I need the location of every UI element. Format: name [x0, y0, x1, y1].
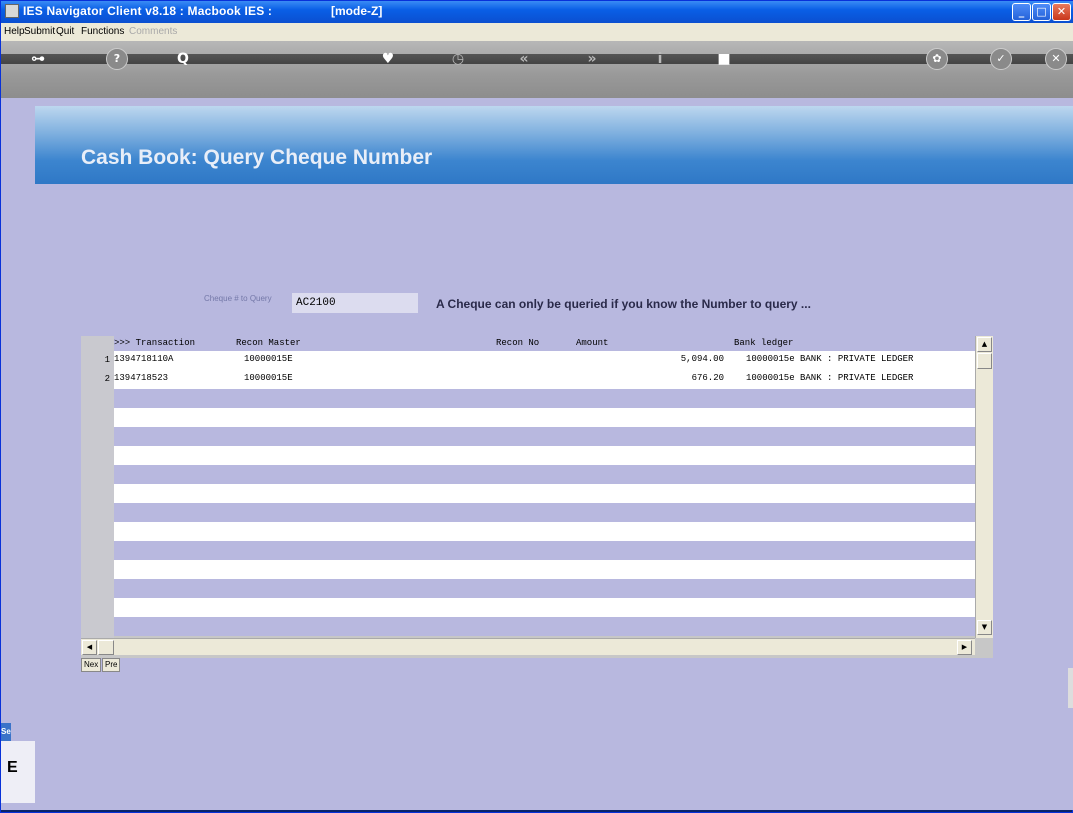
scroll-up-button[interactable]: ▲ — [977, 337, 992, 352]
menu-help[interactable]: Help — [4, 26, 25, 37]
side-panel-tab[interactable]: Sel E — [1, 723, 35, 803]
menu-bar: Help Submit Quit Functions Comments — [1, 23, 1073, 41]
table-row[interactable] — [114, 389, 975, 408]
scroll-left-button[interactable]: ◀ — [82, 640, 97, 655]
cell-amount: 5,094.00 — [680, 354, 724, 364]
key-icon[interactable]: ⊶ — [27, 48, 49, 70]
column-header-bank-ledger[interactable]: Bank ledger — [734, 338, 793, 348]
toolbar-strip — [1, 54, 1073, 64]
horizontal-scroll-thumb[interactable] — [98, 640, 114, 655]
menu-comments: Comments — [129, 26, 178, 37]
cell-bank-ledger: 10000015e BANK : PRIVATE LEDGER — [746, 373, 914, 383]
prev-page-button[interactable]: Pre — [102, 658, 121, 672]
query-help-text: A Cheque can only be queried if you know… — [436, 297, 811, 311]
clock-icon[interactable]: ◷ — [447, 48, 469, 70]
column-header-recon-master[interactable]: Recon Master — [236, 338, 301, 348]
window-title: IES Navigator Client v8.18 : Macbook IES… — [23, 4, 273, 18]
grid-body: 1394718110A 10000015E 5,094.00 10000015e… — [114, 351, 975, 638]
table-row[interactable] — [114, 408, 975, 427]
page-banner: Cash Book: Query Cheque Number — [35, 106, 1073, 184]
table-row[interactable] — [114, 560, 975, 579]
cell-recon-master: 10000015E — [244, 354, 293, 364]
rewind-icon[interactable]: « — [513, 48, 535, 70]
side-tab-box[interactable]: E — [1, 741, 35, 803]
minimize-button[interactable]: _ — [1012, 3, 1031, 21]
column-header-recon-no[interactable]: Recon No — [496, 338, 539, 348]
cheque-number-input[interactable] — [292, 293, 418, 313]
resize-grip[interactable] — [1068, 668, 1073, 708]
cell-transaction: 1394718523 — [114, 373, 169, 383]
help-icon[interactable]: ? — [106, 48, 128, 70]
table-row[interactable] — [114, 503, 975, 522]
column-header-transaction[interactable]: >>> Transaction — [114, 338, 195, 348]
title-bar[interactable]: IES Navigator Client v8.18 : Macbook IES… — [1, 1, 1073, 23]
cheque-query-label: Cheque # to Query — [204, 294, 272, 303]
cell-transaction: 1394718110A — [114, 354, 174, 364]
table-row[interactable]: 1394718110A 10000015E 5,094.00 10000015e… — [114, 351, 975, 370]
side-tab-box-text: E — [7, 759, 18, 776]
app-window: IES Navigator Client v8.18 : Macbook IES… — [0, 0, 1073, 813]
info-icon[interactable]: i — [649, 48, 671, 70]
scroll-down-button[interactable]: ▼ — [977, 620, 992, 635]
table-row[interactable] — [114, 465, 975, 484]
close-window-button[interactable]: ✕ — [1052, 3, 1071, 21]
column-header-amount[interactable]: Amount — [576, 338, 608, 348]
content-area: Cash Book: Query Cheque Number Cheque # … — [1, 98, 1073, 810]
table-row[interactable] — [114, 484, 975, 503]
stop-icon[interactable]: ■ — [713, 48, 735, 70]
scroll-right-button[interactable]: ▶ — [957, 640, 972, 655]
menu-quit[interactable]: Quit — [56, 26, 74, 37]
settings-icon[interactable]: ✿ — [926, 48, 948, 70]
table-row[interactable] — [114, 541, 975, 560]
toolbar: ⊶ ? Q ♥ ◷ « » i ■ ✿ ✓ ✕ — [1, 41, 1073, 98]
row-number: 1 — [104, 355, 110, 365]
close-icon[interactable]: ✕ — [1045, 48, 1067, 70]
grid-header: >>> Transaction Recon Master Recon No Am… — [114, 336, 975, 351]
table-row[interactable] — [114, 446, 975, 465]
maximize-button[interactable]: □ — [1032, 3, 1051, 21]
row-number: 2 — [104, 374, 110, 384]
table-row[interactable] — [114, 598, 975, 617]
table-row[interactable]: 1394718523 10000015E 676.20 10000015e BA… — [114, 370, 975, 389]
forward-icon[interactable]: » — [581, 48, 603, 70]
table-row[interactable] — [114, 617, 975, 636]
table-row[interactable] — [114, 522, 975, 541]
horizontal-scrollbar[interactable]: ◀ ▶ — [81, 638, 975, 655]
vertical-scroll-thumb[interactable] — [977, 353, 992, 369]
menu-submit[interactable]: Submit — [24, 26, 55, 37]
cell-amount: 676.20 — [691, 373, 724, 383]
mode-label: [mode-Z] — [331, 4, 383, 18]
check-icon[interactable]: ✓ — [990, 48, 1012, 70]
side-tab-label[interactable]: Sel — [1, 723, 11, 741]
next-page-button[interactable]: Nex — [81, 658, 102, 672]
search-icon[interactable]: Q — [172, 48, 194, 70]
heart-icon[interactable]: ♥ — [377, 48, 399, 70]
cell-bank-ledger: 10000015e BANK : PRIVATE LEDGER — [746, 354, 914, 364]
cell-recon-master: 10000015E — [244, 373, 293, 383]
app-icon — [5, 4, 19, 18]
menu-functions[interactable]: Functions — [81, 26, 124, 37]
vertical-scrollbar[interactable]: ▲ ▼ — [975, 336, 993, 638]
table-row[interactable] — [114, 579, 975, 598]
table-row[interactable] — [114, 427, 975, 446]
page-title: Cash Book: Query Cheque Number — [81, 146, 433, 169]
results-grid: >>> Transaction Recon Master Recon No Am… — [81, 336, 993, 658]
